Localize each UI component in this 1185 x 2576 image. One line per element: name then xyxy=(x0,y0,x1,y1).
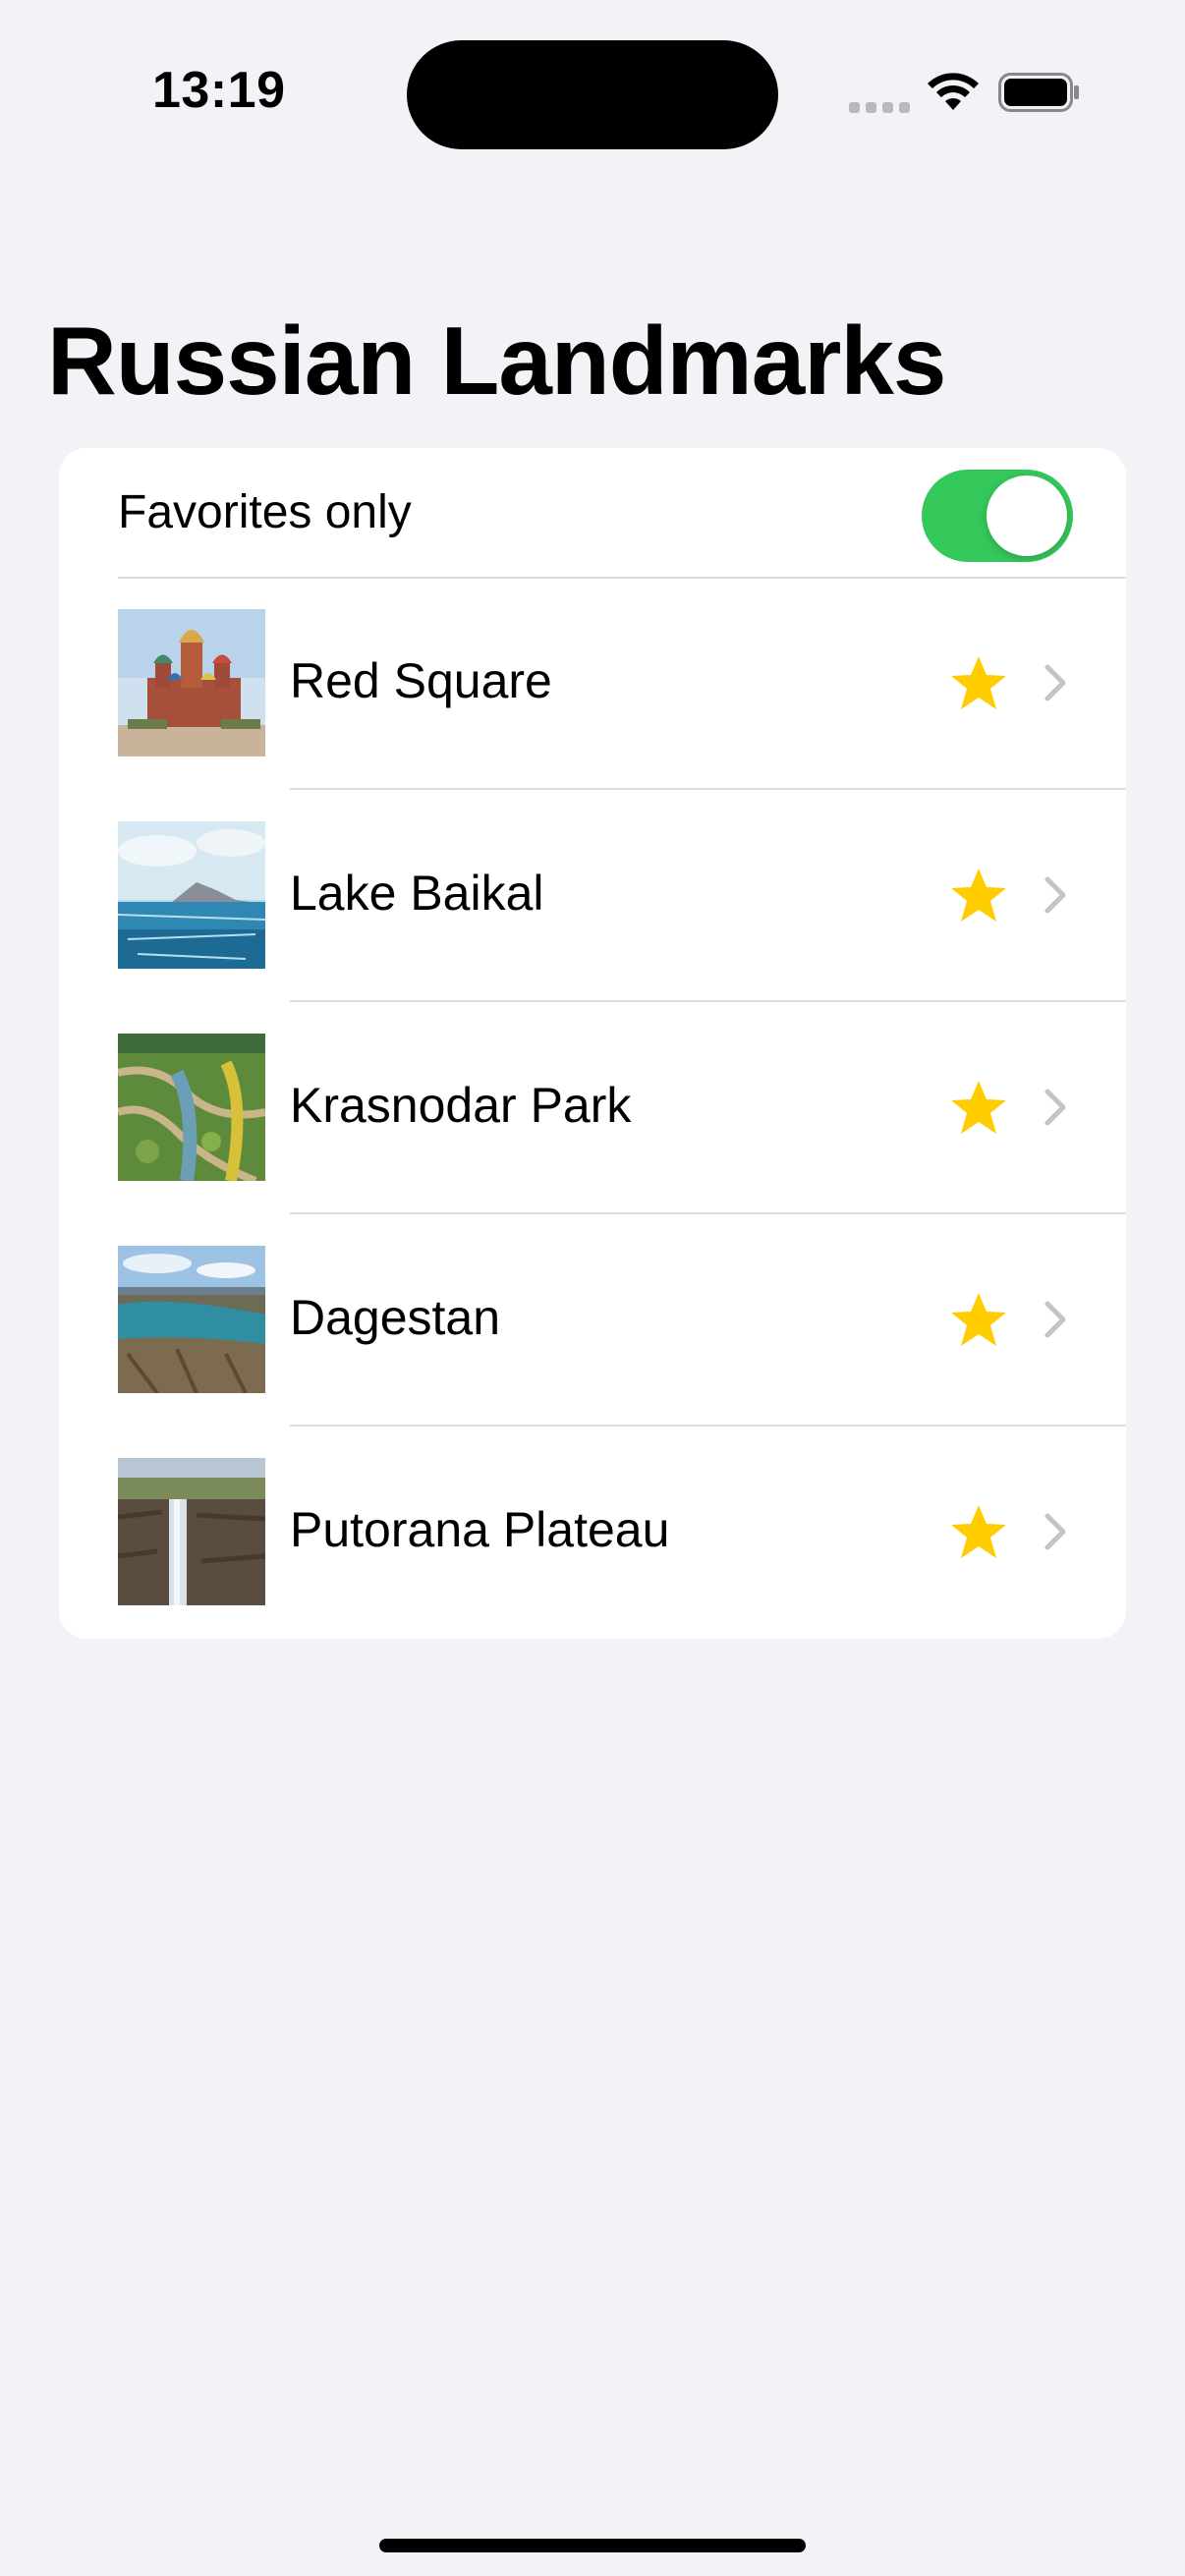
dagestan-image xyxy=(118,1246,265,1393)
status-time: 13:19 xyxy=(152,62,286,119)
landmark-name: Lake Baikal xyxy=(290,866,544,921)
star-icon xyxy=(951,1505,1006,1558)
chevron-right-icon xyxy=(1044,664,1066,701)
list-item-lake-baikal[interactable]: Lake Baikal xyxy=(59,790,1126,1002)
landmark-name: Dagestan xyxy=(290,1290,501,1345)
screen: 13:19 Russian Landmarks Favorites only R… xyxy=(0,0,1185,2576)
landmark-name: Krasnodar Park xyxy=(290,1078,632,1133)
chevron-right-icon xyxy=(1044,1089,1066,1126)
favorites-toggle-row: Favorites only xyxy=(59,448,1126,579)
star-icon xyxy=(951,1293,1006,1346)
wifi-icon xyxy=(928,73,979,110)
chevron-right-icon xyxy=(1044,1301,1066,1338)
list-item-dagestan[interactable]: Dagestan xyxy=(59,1214,1126,1427)
lake-baikal-image xyxy=(118,821,265,969)
star-icon xyxy=(951,868,1006,922)
toggle-knob xyxy=(987,476,1067,556)
home-indicator[interactable] xyxy=(379,2539,806,2552)
list-item-red-square[interactable]: Red Square xyxy=(59,578,1126,790)
list-item-putorana-plateau[interactable]: Putorana Plateau xyxy=(59,1427,1126,1639)
landmarks-list: Favorites only Red Square Lake Baikal Kr… xyxy=(59,448,1126,1639)
page-title: Russian Landmarks xyxy=(47,307,946,415)
favorites-toggle[interactable] xyxy=(922,470,1073,562)
signal-icon xyxy=(849,102,910,113)
star-icon xyxy=(951,656,1006,709)
chevron-right-icon xyxy=(1044,1513,1066,1550)
landmark-name: Putorana Plateau xyxy=(290,1502,670,1557)
chevron-right-icon xyxy=(1044,876,1066,914)
battery-icon xyxy=(998,73,1079,112)
star-icon xyxy=(951,1081,1006,1134)
putorana-plateau-image xyxy=(118,1458,265,1605)
dynamic-island xyxy=(407,40,778,149)
red-square-image xyxy=(118,609,265,756)
landmark-name: Red Square xyxy=(290,653,552,708)
favorites-toggle-label: Favorites only xyxy=(118,486,412,538)
krasnodar-park-image xyxy=(118,1034,265,1181)
list-item-krasnodar-park[interactable]: Krasnodar Park xyxy=(59,1002,1126,1214)
